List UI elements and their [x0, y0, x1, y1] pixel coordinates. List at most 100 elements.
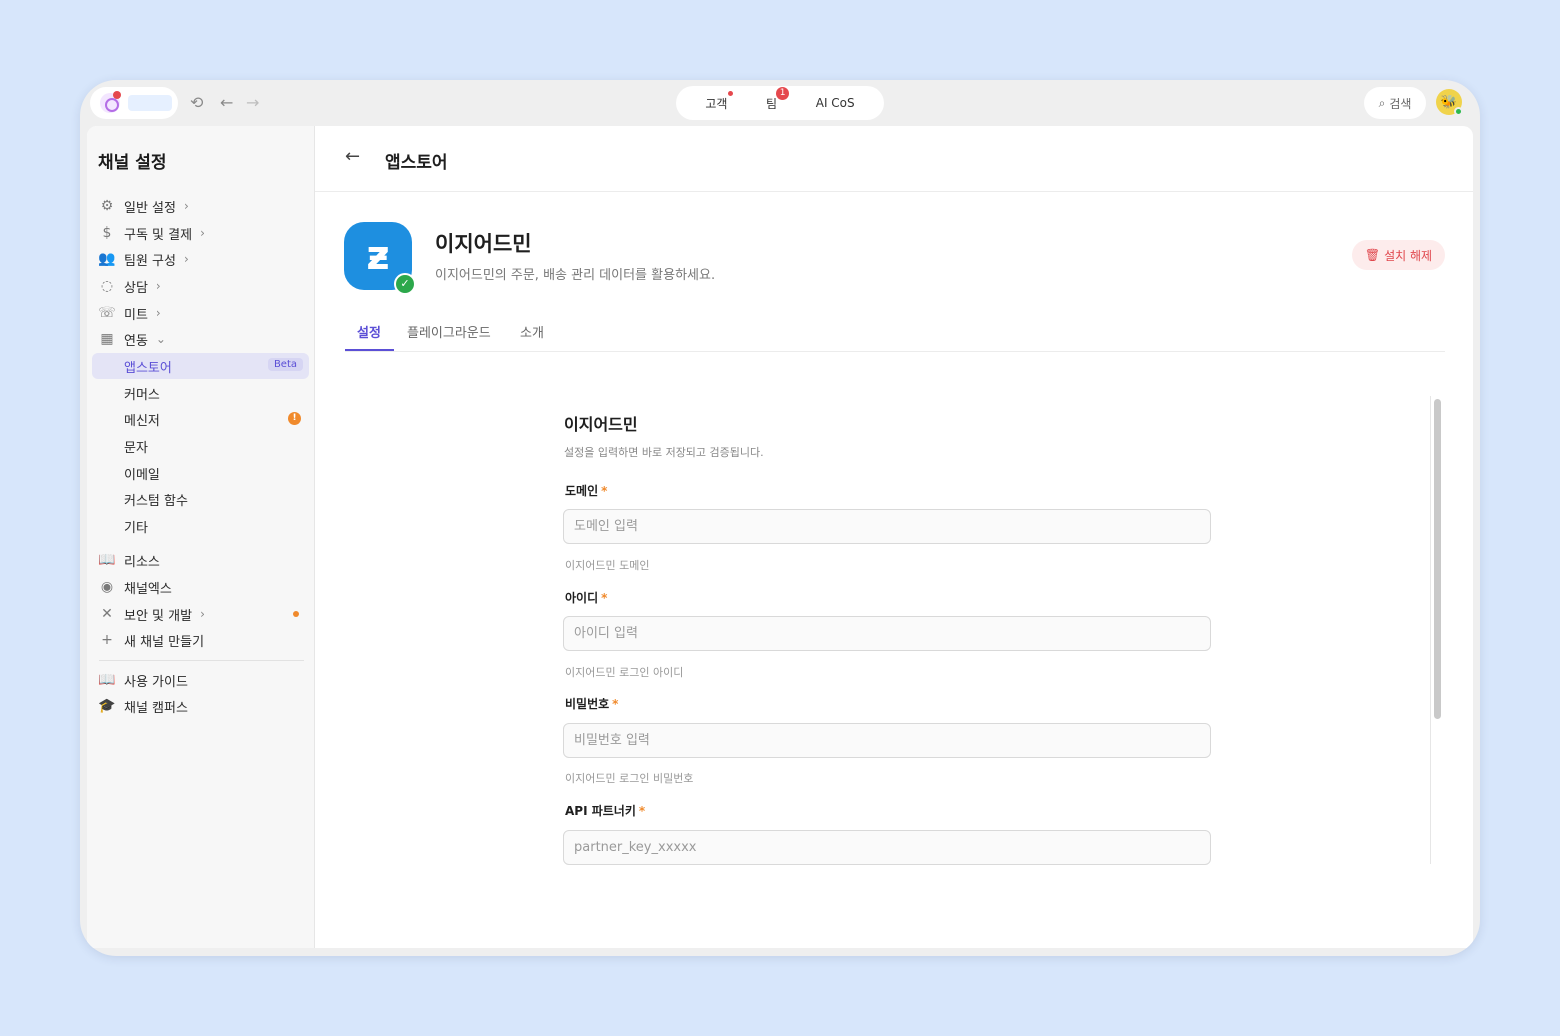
center-tabs: 고객 팀1 AI CoS [676, 86, 884, 120]
forward-arrow-icon[interactable]: → [246, 93, 259, 113]
book-icon: 📖 [98, 672, 116, 688]
team-badge: 1 [776, 86, 790, 100]
domain-field[interactable] [563, 509, 1211, 544]
password-field[interactable] [563, 723, 1211, 758]
sidebar-item-label: 메신저 [124, 413, 160, 429]
chevron-right-icon: › [183, 252, 189, 266]
sidebar-item-appstore[interactable]: 앱스토어 Beta [92, 353, 309, 379]
top-bar: ⟲ ← → 고객 팀1 AI CoS ⌕ 검색 🐝 [80, 80, 1480, 126]
search-icon: ⌕ [1378, 95, 1386, 110]
sidebar-item-label: 새 채널 만들기 [124, 634, 205, 650]
sidebar-item-label: 상담 [124, 280, 148, 296]
tab-team[interactable]: 팀1 [766, 86, 790, 112]
sidebar-item-general[interactable]: ⚙ 일반 설정 › [92, 193, 309, 219]
sidebar-item-label: 커스텀 함수 [124, 493, 188, 509]
sidebar: 채널 설정 ⚙ 일반 설정 › $ 구독 및 결제 › 👥 팀원 구성 › ◌ 상담 › ☏ 미트… [87, 126, 315, 948]
field-help: 이지어드민 도메인 [565, 559, 650, 572]
id-field[interactable] [563, 616, 1211, 651]
sidebar-item-sms[interactable]: 문자 [92, 433, 309, 459]
sidebar-item-commerce[interactable]: 커머스 [92, 380, 309, 406]
form-title: 이지어드민 [564, 415, 638, 434]
sidebar-item-label: 채널 캠퍼스 [124, 700, 188, 716]
channelx-icon: ◉ [100, 579, 114, 595]
app-description: 이지어드민의 주문, 배송 관리 데이터를 활용하세요. [435, 268, 716, 283]
sidebar-divider [99, 660, 304, 661]
sidebar-item-label: 앱스토어 [124, 360, 172, 376]
workspace-switcher[interactable] [90, 87, 178, 119]
sidebar-item-campus[interactable]: 🎓 채널 캠퍼스 [92, 693, 309, 719]
chevron-right-icon: › [200, 226, 205, 240]
sidebar-item-billing[interactable]: $ 구독 및 결제 › [92, 220, 309, 246]
sidebar-item-custom-function[interactable]: 커스텀 함수 [92, 486, 309, 512]
sidebar-item-messenger[interactable]: 메신저! [92, 406, 309, 432]
main-panel: 채널 설정 ⚙ 일반 설정 › $ 구독 및 결제 › 👥 팀원 구성 › ◌ 상담 › ☏ 미트… [87, 126, 1473, 948]
sidebar-item-guide[interactable]: 📖 사용 가이드 [92, 667, 309, 693]
field-label: API 파트너키 * [565, 804, 646, 818]
main-content: ← 앱스토어 ƶ ✓ 이지어드민 이지어드민의 주문, 배송 관리 데이터를 활… [315, 126, 1473, 948]
active-tab-indicator [345, 349, 394, 351]
online-status-dot [1454, 107, 1463, 116]
search-button[interactable]: ⌕ 검색 [1364, 87, 1426, 119]
field-label: 아이디 * [565, 591, 608, 605]
workspace-name-placeholder [128, 95, 172, 111]
sidebar-item-team[interactable]: 👥 팀원 구성 › [92, 246, 309, 272]
form-subtitle: 설정을 입력하면 바로 저장되고 검증됩니다. [564, 446, 764, 459]
chevron-right-icon: › [200, 607, 205, 621]
sidebar-item-label: 문자 [124, 440, 148, 456]
notification-dot [728, 90, 734, 96]
search-label: 검색 [1389, 96, 1412, 111]
chat-icon: ◌ [100, 278, 114, 294]
tab-bar: 설정 플레이그라운드 소개 [345, 314, 1445, 352]
installed-check-icon: ✓ [394, 273, 416, 295]
beta-badge: Beta [267, 358, 303, 371]
phone-icon: ☏ [98, 305, 116, 321]
sidebar-title: 채널 설정 [98, 153, 167, 173]
tab-intro[interactable]: 소개 [520, 322, 544, 341]
scrollbar-thumb[interactable] [1434, 399, 1441, 719]
workspace-logo-icon [100, 91, 121, 113]
app-name: 이지어드민 [435, 232, 532, 256]
field-label: 비밀번호 * [565, 697, 619, 711]
back-arrow-icon[interactable]: ← [345, 146, 360, 167]
chevron-down-icon: ⌄ [155, 332, 166, 346]
trash-icon: 🗑 [1364, 248, 1381, 262]
sidebar-item-email[interactable]: 이메일 [92, 460, 309, 486]
uninstall-button[interactable]: 🗑 설치 해제 [1352, 240, 1445, 270]
notification-dot [293, 611, 299, 617]
gear-icon: ⚙ [100, 198, 114, 214]
history-icon[interactable]: ⟲ [190, 93, 203, 113]
sidebar-item-etc[interactable]: 기타 [92, 513, 309, 539]
sidebar-item-label: 커머스 [124, 387, 160, 403]
tools-icon: ✕ [101, 606, 113, 622]
sidebar-item-label: 일반 설정 [124, 200, 176, 216]
plus-icon: + [101, 632, 113, 648]
avatar[interactable]: 🐝 [1436, 89, 1463, 116]
tab-playground[interactable]: 플레이그라운드 [407, 322, 491, 341]
sidebar-item-security-dev[interactable]: ✕ 보안 및 개발 › [92, 601, 309, 627]
partner-key-field[interactable] [563, 830, 1211, 865]
sidebar-item-resources[interactable]: 📖 리소스 [92, 547, 309, 573]
chevron-right-icon: › [183, 199, 189, 213]
sidebar-item-integration[interactable]: ▦ 연동 ⌄ [92, 326, 309, 352]
sidebar-item-channelx[interactable]: ◉ 채널엑스 [92, 574, 309, 600]
app-window: ⟲ ← → 고객 팀1 AI CoS ⌕ 검색 🐝 채널 설정 ⚙ 일반 설정 › … [80, 80, 1480, 956]
field-help: 이지어드민 로그인 비밀번호 [565, 772, 694, 785]
sidebar-item-label: 이메일 [124, 467, 160, 483]
sidebar-item-consult[interactable]: ◌ 상담 › [92, 273, 309, 299]
back-arrow-icon[interactable]: ← [220, 93, 233, 113]
tab-ai-cos[interactable]: AI CoS [816, 96, 855, 110]
tab-settings[interactable]: 설정 [357, 322, 381, 341]
uninstall-label: 설치 해제 [1384, 248, 1433, 263]
dollar-icon: $ [102, 225, 112, 241]
sidebar-item-label: 팀원 구성 [124, 253, 176, 269]
scrollbar[interactable] [1430, 396, 1444, 864]
sidebar-item-label: 리소스 [124, 554, 160, 570]
sidebar-item-label: 채널엑스 [124, 581, 172, 597]
field-help: 이지어드민 로그인 아이디 [565, 666, 684, 679]
tab-customers[interactable]: 고객 [705, 90, 734, 112]
sidebar-item-new-channel[interactable]: + 새 채널 만들기 [92, 627, 309, 653]
warning-icon: ! [288, 412, 301, 425]
sidebar-item-label: 기타 [124, 520, 148, 536]
sidebar-item-label: 구독 및 결제 [124, 227, 193, 243]
sidebar-item-meet[interactable]: ☏ 미트 › [92, 300, 309, 326]
